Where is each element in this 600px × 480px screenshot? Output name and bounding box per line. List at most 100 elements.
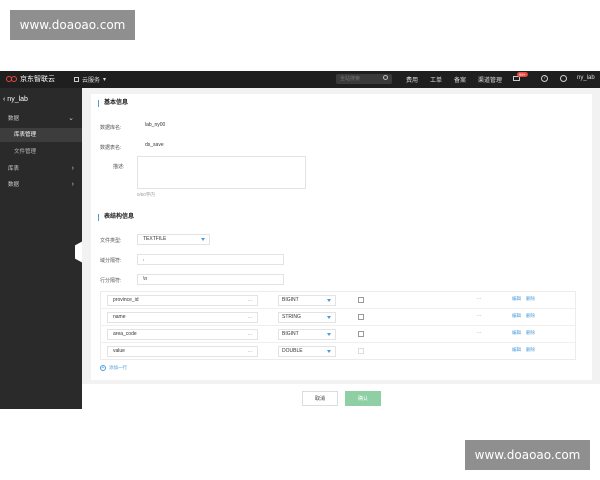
top-navigation-bar: 京东智联云 云服务 ▾ 费用 工单 备案 渠道管理 99+ ? ny_lab [0,71,600,88]
grid-icon [74,77,79,82]
add-row-label: 添加一行 [109,365,127,370]
delete-link[interactable]: 删除 [526,347,535,353]
database-value: lab_ny00 [145,122,166,128]
column-name-input[interactable]: value... [107,346,258,357]
sidebar-item-label: 库表 [8,166,20,172]
sidebar-back-link[interactable]: ‹ ny_lab [3,96,28,103]
watermark-top: www.doaoao.com [10,10,135,40]
cancel-button[interactable]: 取消 [302,391,338,406]
delete-link[interactable]: 删除 [526,313,535,319]
database-label: 数据库名: [100,125,122,131]
delete-link[interactable]: 删除 [526,330,535,336]
file-type-label: 文件类型: [100,238,122,244]
column-name-value: name [113,314,126,320]
plus-icon: + [100,365,106,371]
column-name-value: area_code [113,331,137,337]
sidebar-item-data[interactable]: 数据 ⌄ [0,112,82,126]
column-type-value: DOUBLE [282,348,303,354]
nav-channel-management[interactable]: 渠道管理 [478,75,502,84]
column-name-input[interactable]: area_code... [107,329,258,340]
search-icon[interactable] [383,75,388,80]
brand-name: 京东智联云 [20,76,55,83]
service-label: 云服务 [82,78,101,84]
file-type-value: TEXTFILE [143,236,167,242]
sidebar-item-label: 库表管理 [14,132,37,138]
column-type-select[interactable]: BIGINT [278,329,336,340]
chevron-down-icon [327,299,331,302]
sidebar-item-table-management[interactable]: 库表管理 [0,128,82,142]
add-row-button[interactable]: + 添加一行 [100,365,127,371]
sidebar-workspace-name: ny_lab [7,96,28,103]
column-type-select[interactable]: DOUBLE [278,346,336,357]
table-row: name... STRING ... 编辑 删除 [101,309,575,326]
chevron-down-icon [327,333,331,336]
chevron-left-icon: ‹ [3,96,6,103]
more-icon: ... [247,297,252,303]
edit-link[interactable]: 编辑 [512,330,521,336]
nav-filing[interactable]: 备案 [454,75,466,84]
chevron-right-icon: › [71,181,74,188]
more-icon[interactable]: ... [477,329,481,335]
watermark-bottom: www.doaoao.com [465,440,590,470]
nav-tickets[interactable]: 工单 [430,75,442,84]
line-separator-label: 行分隔符: [100,278,122,284]
field-separator-value: , [143,256,145,262]
nav-billing[interactable]: 费用 [406,75,418,84]
section-title-basic: 基本信息 [98,100,128,107]
message-count-badge: 99+ [517,72,528,77]
column-name-value: province_id [113,297,139,303]
column-name-value: value [113,348,125,354]
more-icon: ... [247,331,252,337]
table-row: value... DOUBLE 编辑 删除 [101,343,575,360]
chevron-down-icon: ▾ [103,77,107,83]
table-row: province_id... BIGINT ... 编辑 删除 [101,292,575,309]
help-icon[interactable]: ? [541,75,548,82]
username[interactable]: ny_lab [577,75,595,81]
form-footer: 取消 确认 [82,384,600,409]
column-type-value: STRING [282,314,301,320]
column-type-value: BIGINT [282,297,299,303]
section-title-structure: 表结构信息 [98,214,134,221]
edit-link[interactable]: 编辑 [512,296,521,302]
description-textarea[interactable] [137,156,306,189]
sidebar-item-tables[interactable]: 库表 › [0,162,82,176]
main-content: 基本信息 数据库名: lab_ny00 数据表名: ds_save 描述: 0/… [82,88,600,409]
delete-link[interactable]: 删除 [526,296,535,302]
more-icon[interactable]: ... [477,295,481,301]
table-name-label: 数据表名: [100,145,122,151]
column-name-input[interactable]: province_id... [107,295,258,306]
column-type-select[interactable]: STRING [278,312,336,323]
line-separator-value: \n [143,276,148,282]
column-type-value: BIGINT [282,331,299,337]
sidebar-item-label: 文件管理 [14,149,37,155]
chevron-down-icon: ⌄ [68,115,74,122]
column-name-input[interactable]: name... [107,312,258,323]
line-separator-input[interactable]: \n [137,274,284,285]
edit-link[interactable]: 编辑 [512,313,521,319]
sidebar-item-data-2[interactable]: 数据 › [0,178,82,192]
column-checkbox[interactable] [358,297,364,303]
column-checkbox[interactable] [358,331,364,337]
more-icon: ... [247,348,252,354]
cloud-services-menu[interactable]: 云服务 ▾ [74,75,106,84]
table-row: area_code... BIGINT ... 编辑 删除 [101,326,575,343]
confirm-button[interactable]: 确认 [345,391,381,406]
table-name-value: ds_save [145,142,164,148]
sidebar: ‹ ny_lab 数据 ⌄ 库表管理 文件管理 库表 › 数据 › [0,88,82,409]
sidebar-item-file-management[interactable]: 文件管理 [0,145,82,159]
field-separator-label: 域分隔符: [100,258,122,264]
chevron-down-icon [327,350,331,353]
field-separator-input[interactable]: , [137,254,284,265]
file-type-select[interactable]: TEXTFILE [137,234,210,245]
description-char-hint: 0/50字内 [137,192,155,197]
more-icon[interactable]: ... [477,312,481,318]
column-type-select[interactable]: BIGINT [278,295,336,306]
edit-link[interactable]: 编辑 [512,347,521,353]
column-checkbox[interactable] [358,314,364,320]
user-icon[interactable] [560,75,567,82]
chevron-right-icon: › [71,165,74,172]
description-label: 描述: [113,164,125,170]
brand-logo[interactable]: 京东智联云 [6,74,55,84]
chevron-down-icon [327,316,331,319]
more-icon: ... [247,314,252,320]
